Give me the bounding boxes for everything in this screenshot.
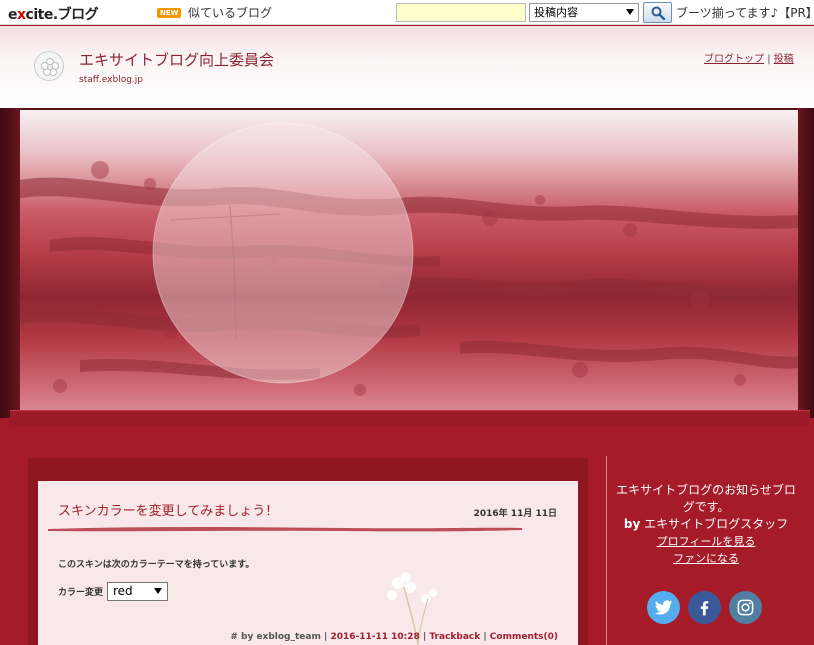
comments-link[interactable]: Comments(0) bbox=[490, 632, 558, 642]
twitter-icon bbox=[654, 600, 673, 615]
content-top-band bbox=[10, 410, 810, 426]
similar-blogs-link[interactable]: 似ているブログ bbox=[188, 4, 272, 21]
blog-post: スキンカラーを変更してみましょう！ 2016年 11月 11日 このスキンは次の… bbox=[38, 481, 578, 645]
post-date: 2016年 11月 11日 bbox=[473, 509, 557, 519]
chevron-down-icon bbox=[626, 9, 634, 15]
post-link[interactable]: 投稿 bbox=[774, 54, 794, 65]
logo-text-e: e bbox=[8, 7, 18, 23]
blog-avatar[interactable] bbox=[34, 51, 64, 81]
permalink-hash[interactable]: # bbox=[230, 632, 238, 642]
excite-blog-logo[interactable]: excite.ブログ bbox=[8, 4, 99, 24]
facebook-icon bbox=[700, 601, 709, 616]
new-badge: NEW bbox=[157, 8, 182, 18]
author-line: by エキサイトブログスタッフ bbox=[612, 516, 800, 533]
color-change-label: カラー変更 bbox=[58, 588, 104, 598]
post-body-text: このスキンは次のカラーテーマを持っています。 bbox=[58, 560, 255, 570]
search-icon bbox=[651, 6, 665, 20]
post-title[interactable]: スキンカラーを変更してみましょう！ bbox=[58, 500, 278, 519]
search-input[interactable] bbox=[396, 3, 526, 22]
pr-ad-link[interactable]: ブーツ揃ってます♪【PR】 bbox=[676, 4, 814, 21]
blog-title[interactable]: エキサイトブログ向上委員会 bbox=[79, 49, 274, 70]
header-links: ブログトップ | 投稿 bbox=[704, 50, 794, 65]
author-name: エキサイトブログスタッフ bbox=[644, 517, 789, 531]
column-divider bbox=[606, 456, 607, 645]
chevron-down-icon bbox=[154, 588, 162, 594]
blog-header: エキサイトブログ向上委員会 staff.exblog.jp ブログトップ | 投… bbox=[0, 26, 814, 108]
blog-top-link[interactable]: ブログトップ bbox=[704, 54, 764, 65]
footer-separator: | bbox=[483, 632, 487, 642]
logo-text-rest: cite.ブログ bbox=[25, 7, 99, 23]
footer-separator: | bbox=[422, 632, 427, 642]
author-by-label: by bbox=[623, 517, 641, 531]
footer-separator: | bbox=[324, 632, 328, 642]
header-link-separator: | bbox=[767, 54, 771, 65]
facebook-button[interactable] bbox=[688, 591, 721, 624]
search-scope-select[interactable]: 投稿内容 bbox=[529, 3, 639, 22]
hero-container bbox=[0, 108, 814, 418]
excite-topbar: excite.ブログ NEW 似ているブログ 投稿内容 ブーツ揃ってます♪【PR… bbox=[0, 0, 814, 25]
become-fan-link[interactable]: ファンになる bbox=[612, 550, 800, 567]
instagram-icon bbox=[737, 599, 754, 616]
post-footer: # by exblog_team | 2016-11-11 10:28 | Tr… bbox=[230, 632, 558, 642]
color-theme-value: red bbox=[113, 584, 133, 598]
trackback-link[interactable]: Trackback bbox=[429, 632, 480, 642]
twitter-button[interactable] bbox=[647, 591, 680, 624]
blog-url: staff.exblog.jp bbox=[79, 75, 144, 85]
blog-description: エキサイトブログのお知らせブログです。 bbox=[616, 483, 796, 514]
branch-pattern-graphic bbox=[20, 122, 798, 396]
flower-icon bbox=[41, 58, 59, 76]
sidebar-profile: エキサイトブログのお知らせブログです。 by エキサイトブログスタッフ プロフィ… bbox=[612, 482, 800, 567]
search-button[interactable] bbox=[643, 2, 672, 23]
title-brush-underline bbox=[48, 527, 522, 532]
post-datetime-link[interactable]: 2016-11-11 10:28 bbox=[330, 632, 419, 642]
color-theme-select[interactable]: red bbox=[107, 582, 168, 601]
instagram-button[interactable] bbox=[729, 591, 762, 624]
hero-image bbox=[20, 110, 798, 412]
post-author: by exblog_team bbox=[241, 632, 321, 642]
search-scope-value: 投稿内容 bbox=[534, 6, 578, 19]
logo-text-x: x bbox=[17, 7, 26, 23]
view-profile-link[interactable]: プロフィールを見る bbox=[612, 533, 800, 550]
